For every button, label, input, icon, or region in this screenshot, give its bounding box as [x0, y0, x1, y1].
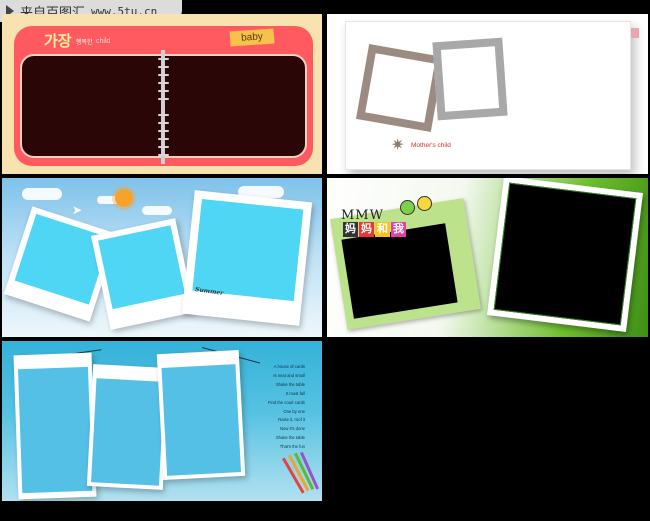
smiley-icon: [400, 200, 415, 215]
template-thumbnail-mothers-child[interactable]: ✷ Mother's child: [327, 14, 648, 174]
poem-line: Shake the table: [275, 381, 305, 387]
poem-line: One by one: [283, 408, 305, 414]
ring-icon: [158, 82, 169, 84]
poem-text: A house of cards Is neat and small Shake…: [257, 363, 305, 452]
char-4: 我: [391, 222, 406, 237]
ring-icon: [158, 114, 169, 116]
ring-icon: [158, 122, 169, 124]
char-1: 妈: [343, 222, 358, 237]
brand-text: Mother's child: [411, 142, 451, 149]
poem-line: That's the fun: [279, 444, 305, 450]
title-korean: 가장: [44, 32, 72, 50]
ring-icon: [158, 154, 169, 156]
polaroid-card: [181, 190, 313, 326]
ring-icon: [158, 66, 169, 68]
poem-line: A house of cards: [273, 364, 305, 369]
title-english: child: [96, 38, 111, 45]
char-3: 和: [375, 222, 390, 237]
template-thumbnail-green-frames[interactable]: MMW 妈 妈 和 我: [327, 178, 648, 337]
polaroid-card: [90, 218, 196, 330]
mmw-title: MMW: [341, 208, 384, 223]
poem-line: Raise it, roof it: [278, 417, 305, 423]
polaroid-frame-brown: [355, 43, 445, 133]
poem-line: It must fall: [285, 390, 305, 396]
hanging-card: [13, 352, 97, 500]
poem-line: Find the court cards: [267, 399, 305, 405]
hanging-card: [86, 364, 170, 490]
char-2: 妈: [359, 222, 374, 237]
paper-card: ✷ Mother's child: [345, 21, 631, 170]
ring-icon: [158, 74, 169, 76]
template-thumbnail-korean-notebook[interactable]: 가장 행복한 child baby: [2, 14, 322, 174]
sun-icon: [115, 189, 133, 207]
template-thumbnail-sky-polaroids[interactable]: ➤ Summer: [2, 178, 322, 337]
cloud-icon: [142, 206, 172, 215]
poem-line: Now it's done: [279, 426, 305, 432]
ring-icon: [158, 146, 169, 148]
smiley-icon: [417, 196, 432, 211]
hanging-card: [156, 349, 246, 481]
title-subtext: 행복한: [76, 40, 93, 46]
poem-line: Shake the table: [275, 435, 305, 441]
paper-plane-icon: ➤: [72, 203, 83, 217]
ring-icon: [158, 98, 169, 100]
photo-area: [341, 223, 458, 319]
ring-icon: [158, 138, 169, 140]
white-frame: [486, 178, 644, 333]
chinese-title: 妈 妈 和 我: [343, 222, 406, 237]
polaroid-frame-gray: [432, 37, 508, 121]
baby-tag: baby: [229, 28, 275, 47]
cloud-icon: [22, 188, 62, 200]
star-flower-icon: ✷: [391, 137, 405, 154]
photo-area: [493, 182, 637, 326]
ring-icon: [158, 90, 169, 92]
ring-icon: [158, 58, 169, 60]
ring-icon: [158, 130, 169, 132]
template-thumbnail-hanging-cards[interactable]: A house of cards Is neat and small Shake…: [2, 341, 322, 501]
corner-tab: [631, 28, 639, 38]
poem-line: Is neat and small: [273, 372, 305, 378]
